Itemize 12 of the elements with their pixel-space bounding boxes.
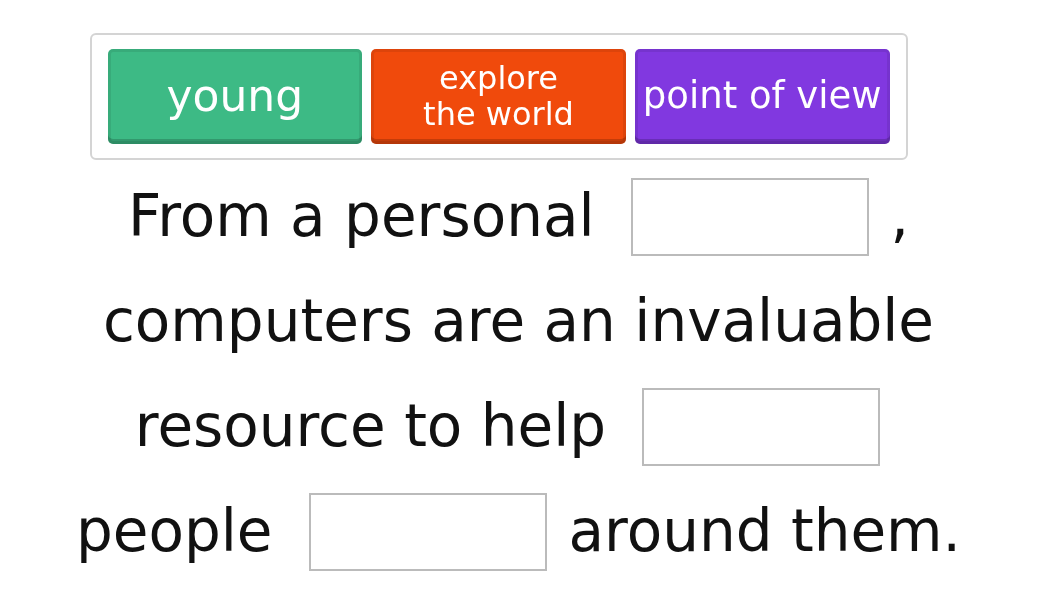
sentence-text: From a personal: [128, 181, 595, 252]
answer-box[interactable]: [308, 492, 547, 571]
word-tile[interactable]: young: [107, 49, 363, 144]
sentence-text: around them.: [568, 496, 962, 567]
sentence-text: resource to help: [134, 391, 607, 462]
sentence-text: computers are an invaluable: [102, 286, 935, 357]
sentence-text: ,: [890, 181, 909, 252]
answer-box[interactable]: [642, 387, 881, 466]
sentence-text: people: [75, 496, 273, 567]
word-tile[interactable]: explore the world: [371, 49, 626, 144]
answer-box[interactable]: [630, 177, 869, 256]
word-tile[interactable]: point of view: [634, 49, 890, 144]
